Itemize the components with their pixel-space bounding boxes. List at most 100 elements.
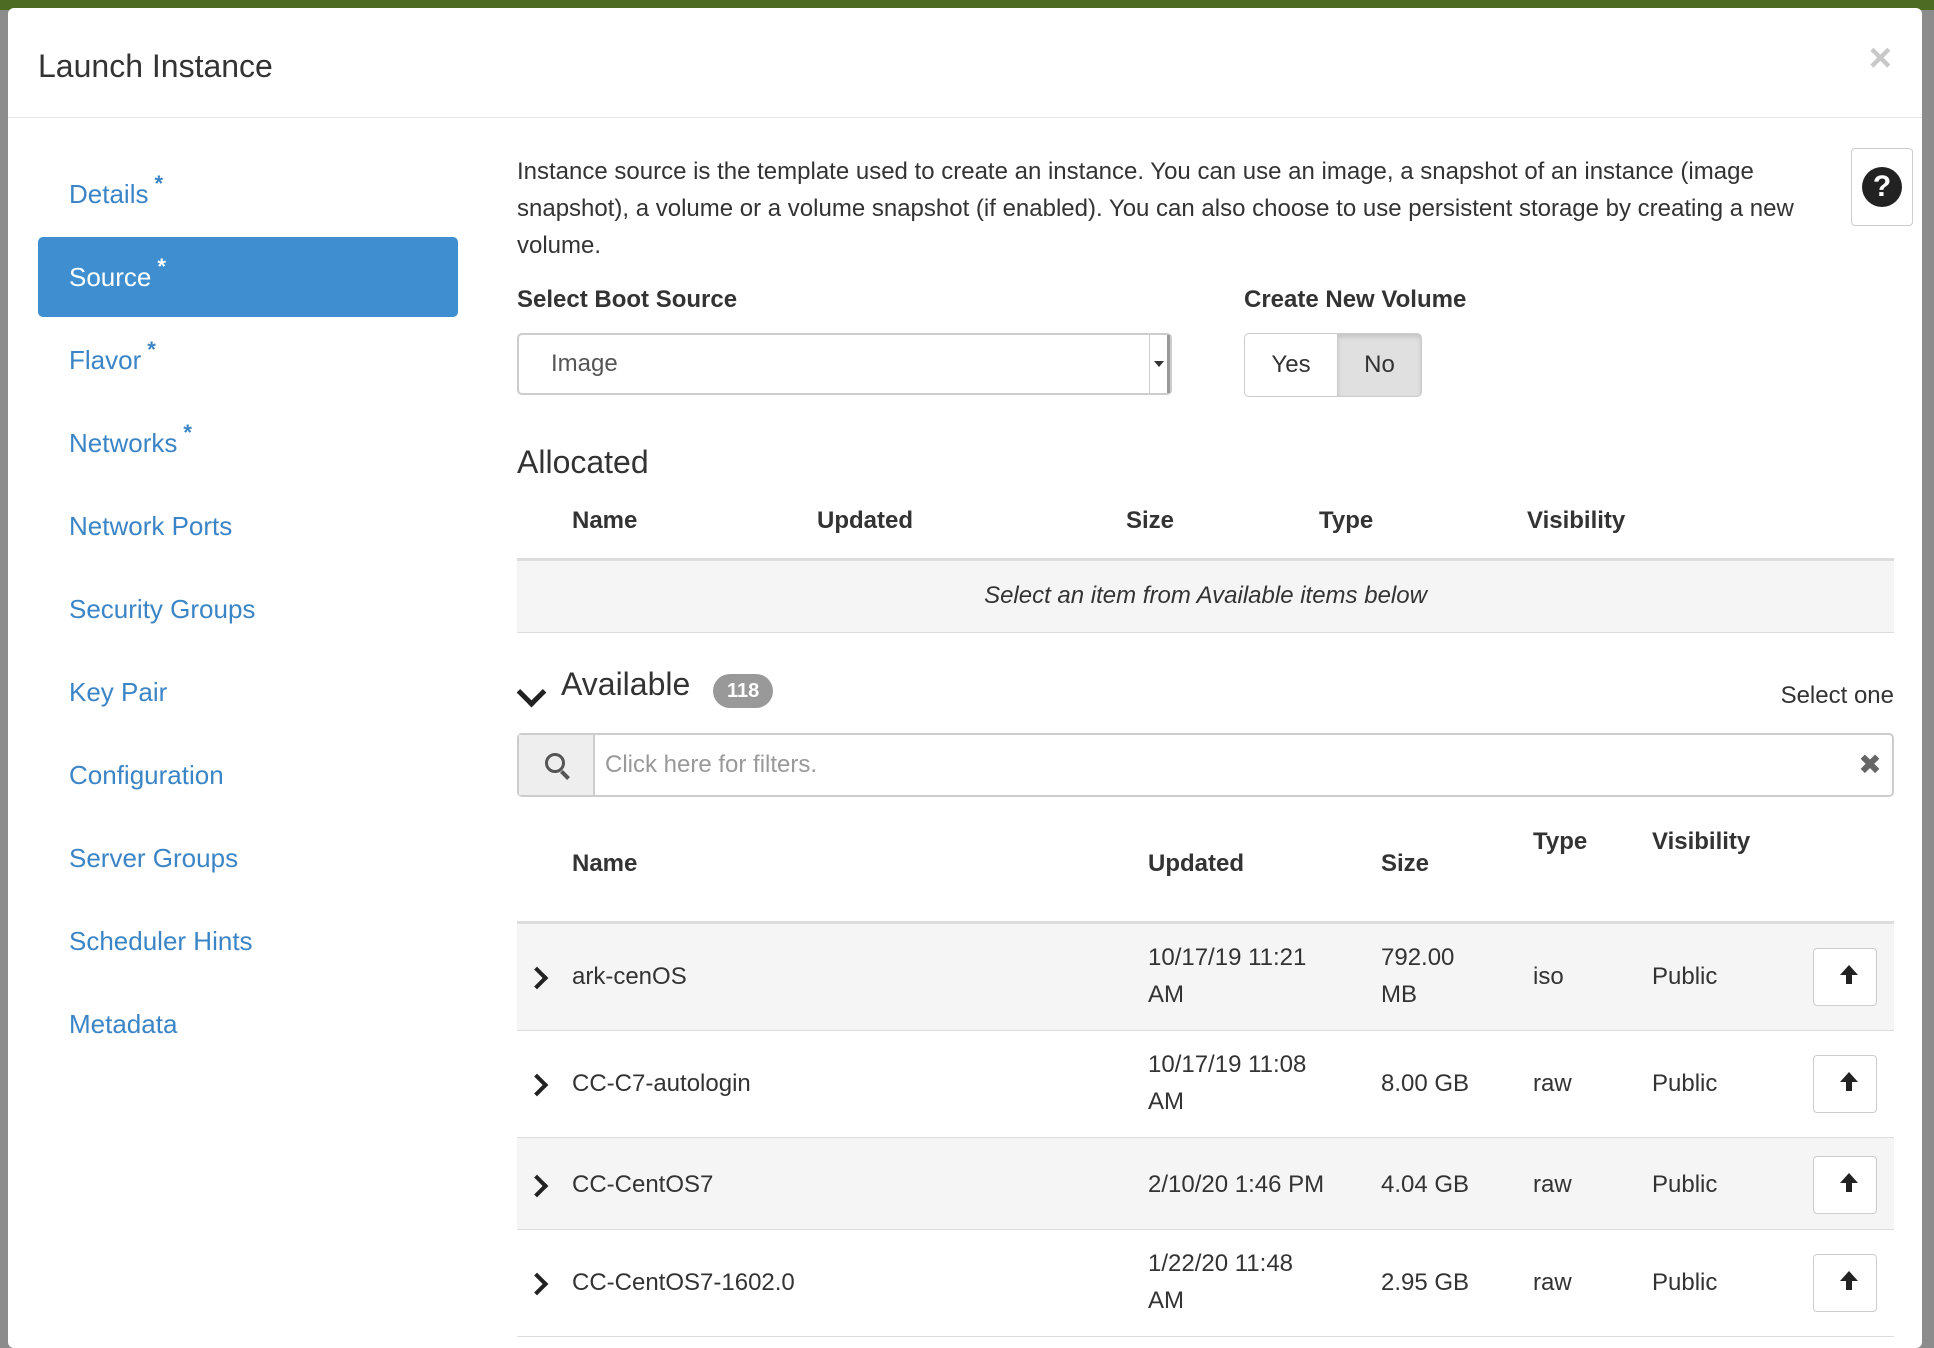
nav-item-label: Network Ports: [69, 511, 233, 541]
row-updated: 10/17/19 11:21 AM: [1148, 939, 1306, 1013]
row-updated: 2/10/20 1:46 PM: [1148, 1171, 1325, 1198]
question-icon: ?: [1862, 167, 1902, 207]
available-col-visibility[interactable]: Visibility: [1652, 828, 1750, 856]
nav-item-scheduler-hints[interactable]: Scheduler Hints: [38, 901, 458, 981]
available-count-badge: 118: [713, 674, 774, 708]
row-updated-ampm: AM: [1148, 981, 1184, 1008]
wizard-nav: Details * Source * Flavor * Networks * Netwo…: [38, 154, 458, 1067]
allocate-button[interactable]: [1813, 1254, 1877, 1312]
chevron-right-icon[interactable]: [525, 966, 549, 990]
table-row[interactable]: ark-cenOS 10/17/19 11:21 AM 792.00 MB iso …: [517, 924, 1894, 1031]
arrow-up-icon: [1840, 1173, 1858, 1192]
required-marker: *: [147, 337, 156, 362]
table-row[interactable]: CC-C7-autologin 10/17/19 11:08 AM 8.00 GB…: [517, 1031, 1894, 1138]
row-type: raw: [1533, 1269, 1572, 1296]
modal-title: Launch Instance: [38, 48, 273, 84]
nav-item-details[interactable]: Details *: [38, 154, 458, 234]
row-updated: 1/22/20 11:48 AM: [1148, 1245, 1293, 1319]
row-type: iso: [1533, 963, 1564, 990]
volume-no-button[interactable]: No: [1338, 333, 1422, 397]
launch-instance-modal: Launch Instance × Details * Source * Flavo…: [8, 8, 1922, 1348]
chevron-right-icon[interactable]: [525, 1174, 549, 1198]
allocated-col-name[interactable]: Name: [572, 507, 637, 535]
allocate-button[interactable]: [1813, 1156, 1877, 1214]
row-name: CC-C7-autologin: [572, 1070, 751, 1097]
row-visibility: Public: [1652, 1070, 1718, 1097]
allocated-col-updated[interactable]: Updated: [817, 507, 913, 535]
row-visibility: Public: [1652, 1269, 1718, 1296]
row-updated-date: 1/22/20 11:48: [1148, 1250, 1294, 1277]
required-marker: *: [183, 420, 192, 445]
row-updated-date: 10/17/19 11:21: [1148, 944, 1307, 971]
table-row[interactable]: CC-CentOS7 2/10/20 1:46 PM 4.04 GB raw P…: [517, 1138, 1894, 1230]
row-size-unit: MB: [1381, 981, 1417, 1008]
chevron-right-icon[interactable]: [525, 1073, 549, 1097]
allocate-button[interactable]: [1813, 948, 1877, 1006]
volume-yes-button[interactable]: Yes: [1244, 333, 1338, 397]
chevron-down-icon[interactable]: [516, 677, 547, 708]
nav-item-label: Key Pair: [69, 677, 168, 707]
clear-filter-icon[interactable]: ✖: [1848, 735, 1892, 795]
search-icon: [519, 735, 595, 795]
nav-item-label: Details: [69, 179, 149, 209]
row-visibility: Public: [1652, 963, 1718, 990]
nav-item-label: Metadata: [69, 1009, 178, 1039]
create-volume-label: Create New Volume: [1244, 286, 1467, 313]
nav-item-security-groups[interactable]: Security Groups: [38, 569, 458, 649]
allocated-col-type[interactable]: Type: [1319, 507, 1373, 535]
nav-item-label: Networks: [69, 428, 178, 458]
boot-source-label: Select Boot Source: [517, 286, 738, 313]
allocated-title: Allocated: [517, 444, 649, 480]
row-visibility: Public: [1652, 1171, 1718, 1198]
available-col-updated[interactable]: Updated: [1148, 850, 1244, 878]
nav-item-metadata[interactable]: Metadata: [38, 984, 458, 1064]
nav-item-configuration[interactable]: Configuration: [38, 735, 458, 815]
allocated-col-size[interactable]: Size: [1126, 507, 1174, 535]
row-updated: 10/17/19 11:08 AM: [1148, 1046, 1306, 1120]
nav-item-label: Flavor: [69, 345, 142, 375]
nav-item-label: Configuration: [69, 760, 224, 790]
row-size: 8.00 GB: [1381, 1070, 1470, 1097]
nav-item-network-ports[interactable]: Network Ports: [38, 486, 458, 566]
select-one-hint: Select one: [1780, 682, 1894, 709]
available-title[interactable]: Available: [561, 666, 690, 703]
modal-header: Launch Instance ×: [8, 8, 1922, 118]
row-name: CC-CentOS7-1602.0: [572, 1269, 795, 1296]
table-row[interactable]: CC-CentOS7-1602.0 1/22/20 11:48 AM 2.95 G…: [517, 1230, 1894, 1337]
allocated-empty-message: Select an item from Available items belo…: [517, 561, 1894, 633]
row-size: 2.95 GB: [1381, 1269, 1470, 1296]
row-type: raw: [1533, 1171, 1572, 1198]
nav-item-label: Scheduler Hints: [69, 926, 253, 956]
chevron-right-icon[interactable]: [525, 1272, 549, 1296]
nav-item-server-groups[interactable]: Server Groups: [38, 818, 458, 898]
nav-item-label: Server Groups: [69, 843, 239, 873]
help-button[interactable]: ?: [1851, 148, 1913, 226]
arrow-up-icon: [1840, 1072, 1858, 1091]
arrow-up-icon: [1840, 965, 1858, 984]
arrow-up-icon: [1840, 1271, 1858, 1290]
row-updated-date: 10/17/19 11:08: [1148, 1051, 1307, 1078]
available-col-size[interactable]: Size: [1381, 850, 1429, 878]
nav-item-networks[interactable]: Networks *: [38, 403, 458, 483]
row-size: 792.00 MB: [1381, 939, 1454, 1013]
required-marker: *: [157, 254, 166, 279]
close-icon[interactable]: ×: [1869, 38, 1892, 78]
nav-item-key-pair[interactable]: Key Pair: [38, 652, 458, 732]
row-size: 4.04 GB: [1381, 1171, 1470, 1198]
row-name: CC-CentOS7: [572, 1171, 714, 1198]
row-name: ark-cenOS: [572, 963, 687, 990]
allocate-button[interactable]: [1813, 1055, 1877, 1113]
row-size-value: 792.00: [1381, 944, 1455, 971]
boot-source-select[interactable]: Image: [517, 333, 1172, 395]
available-col-name[interactable]: Name: [572, 850, 637, 878]
filter-bar: ✖: [517, 733, 1894, 797]
source-description: Instance source is the template used to …: [517, 158, 1794, 259]
nav-item-source[interactable]: Source *: [38, 237, 458, 317]
caret-down-icon: [1149, 335, 1170, 393]
row-updated-ampm: AM: [1148, 1088, 1184, 1115]
allocated-col-visibility[interactable]: Visibility: [1527, 507, 1625, 535]
filter-input[interactable]: [595, 735, 1848, 795]
nav-item-flavor[interactable]: Flavor *: [38, 320, 458, 400]
available-col-type[interactable]: Type: [1533, 828, 1587, 856]
nav-item-label: Source: [69, 262, 152, 292]
